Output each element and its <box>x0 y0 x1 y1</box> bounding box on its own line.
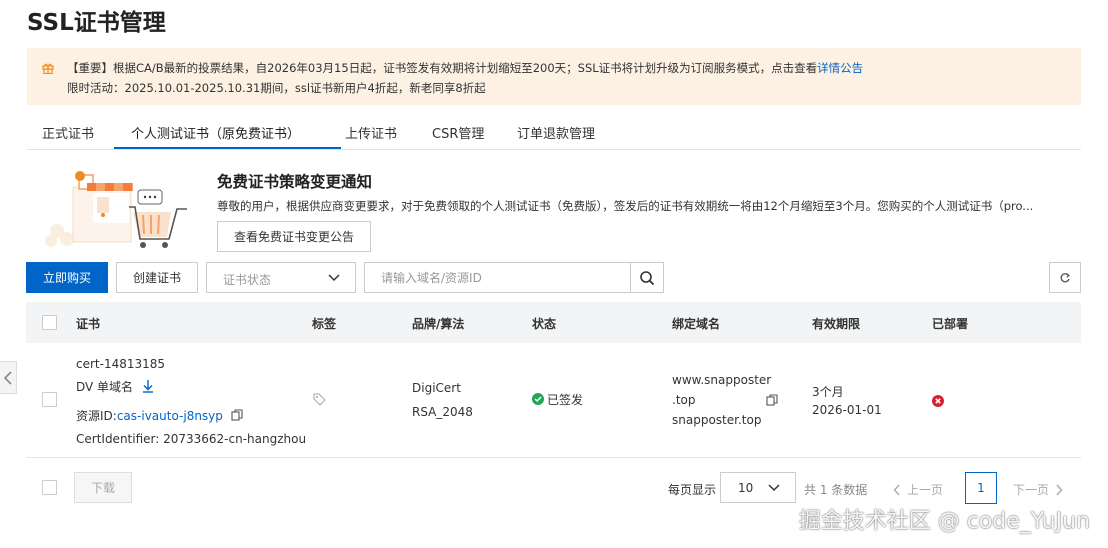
active-tab-indicator <box>114 147 341 149</box>
col-deployed: 已部署 <box>932 317 969 331</box>
resource-id: 资源ID:cas-ivauto-j8nsyp <box>76 407 243 424</box>
validity-period: 3个月 <box>812 385 844 399</box>
per-page-label: 每页显示 <box>668 483 717 497</box>
status-badge: 已签发 <box>532 391 583 408</box>
col-validity: 有效期限 <box>812 317 861 331</box>
col-tag: 标签 <box>312 317 337 331</box>
chevron-left-icon <box>3 370 12 385</box>
refresh-icon <box>1060 272 1070 282</box>
footer-select-checkbox[interactable] <box>42 480 57 495</box>
row-checkbox[interactable] <box>42 392 57 407</box>
download-button[interactable]: 下载 <box>74 472 132 503</box>
tab-upload-cert[interactable]: 上传证书 <box>345 123 397 142</box>
page-size-select[interactable]: 10 <box>720 472 796 503</box>
cert-type: DV 单域名 <box>76 378 155 395</box>
view-announcement-button[interactable]: 查看免费证书变更公告 <box>217 221 371 252</box>
next-page-button[interactable]: 下一页 <box>1013 481 1063 498</box>
chevron-right-icon <box>1056 484 1063 495</box>
notice-detail-link[interactable]: 详情公告 <box>817 61 863 75</box>
chevron-down-icon <box>768 484 780 492</box>
brand: DigiCert <box>412 381 461 395</box>
tag-icon[interactable] <box>313 393 326 406</box>
collapse-sidebar-button[interactable] <box>0 361 17 394</box>
gift-icon <box>42 63 54 74</box>
table-header: 证书 标签 品牌/算法 状态 绑定域名 有效期限 已部署 <box>26 302 1081 343</box>
cert-name: cert-14813185 <box>76 357 166 371</box>
watermark: 掘金技术社区 @ code_YuJun <box>798 509 1090 534</box>
check-circle-icon <box>532 393 544 405</box>
chevron-down-icon <box>328 274 340 282</box>
domain-line: www.snapposter <box>672 373 772 387</box>
domain-line: snapposter.top <box>672 413 762 427</box>
resource-id-link[interactable]: cas-ivauto-j8nsyp <box>117 409 223 423</box>
notice-promo-text: 限时活动：2025.10.01-2025.10.31期间，ssl证书新用户4折起… <box>67 81 486 95</box>
download-icon[interactable] <box>141 379 155 393</box>
page-number-current[interactable]: 1 <box>965 472 997 504</box>
copy-icon[interactable] <box>231 409 243 421</box>
select-all-checkbox[interactable] <box>42 315 57 330</box>
status-select[interactable]: 证书状态 <box>206 262 356 293</box>
next-page-label: 下一页 <box>1013 483 1050 497</box>
search-button[interactable] <box>630 263 663 292</box>
page-size-value: 10 <box>738 481 754 495</box>
tab-csr[interactable]: CSR管理 <box>432 123 484 142</box>
promo-title: 免费证书策略变更通知 <box>217 173 373 191</box>
cert-type-label: DV 单域名 <box>76 380 134 394</box>
total-count: 共 1 条数据 <box>804 483 868 497</box>
create-cert-button[interactable]: 创建证书 <box>116 262 198 293</box>
copy-icon[interactable] <box>766 394 778 406</box>
promo-text: 尊敬的用户，根据供应商变更要求，对于免费领取的个人测试证书（免费版），签发后的证… <box>217 199 1034 213</box>
buy-now-button[interactable]: 立即购买 <box>26 262 108 293</box>
status-text: 已签发 <box>547 393 584 407</box>
page-title: SSL证书管理 <box>27 10 166 36</box>
tab-personal-test-cert[interactable]: 个人测试证书（原免费证书） <box>131 123 300 142</box>
search-input[interactable] <box>365 263 631 292</box>
notice-banner: 【重要】根据CA/B最新的投票结果，自2026年03月15日起，证书签发有效期将… <box>27 48 1081 105</box>
prev-page-button[interactable]: 上一页 <box>893 481 943 498</box>
refresh-button[interactable] <box>1049 262 1081 293</box>
tab-formal-cert[interactable]: 正式证书 <box>42 123 94 142</box>
cert-identifier: CertIdentifier: 20733662-cn-hangzhou <box>76 432 307 446</box>
table-row: cert-14813185 DV 单域名 资源ID:cas-ivauto-j8n… <box>26 343 1081 458</box>
domain-line: .top <box>672 393 696 407</box>
col-brand: 品牌/算法 <box>412 317 465 331</box>
search-icon <box>640 270 655 285</box>
error-circle-icon <box>932 395 944 407</box>
tab-bar: 正式证书 个人测试证书（原免费证书） 上传证书 CSR管理 订单退款管理 <box>27 117 1081 150</box>
resource-id-label: 资源ID: <box>76 409 117 423</box>
algorithm: RSA_2048 <box>412 405 473 419</box>
notice-text: 【重要】根据CA/B最新的投票结果，自2026年03月15日起，证书签发有效期将… <box>67 61 818 75</box>
col-status: 状态 <box>532 317 557 331</box>
search-box <box>364 262 664 293</box>
chevron-left-icon <box>893 484 900 495</box>
tab-refund[interactable]: 订单退款管理 <box>517 123 595 142</box>
col-cert: 证书 <box>76 317 101 331</box>
shopping-illustration <box>45 171 187 248</box>
prev-page-label: 上一页 <box>907 483 944 497</box>
status-select-placeholder: 证书状态 <box>223 273 272 287</box>
col-domain: 绑定域名 <box>672 317 721 331</box>
validity-date: 2026-01-01 <box>812 403 882 417</box>
